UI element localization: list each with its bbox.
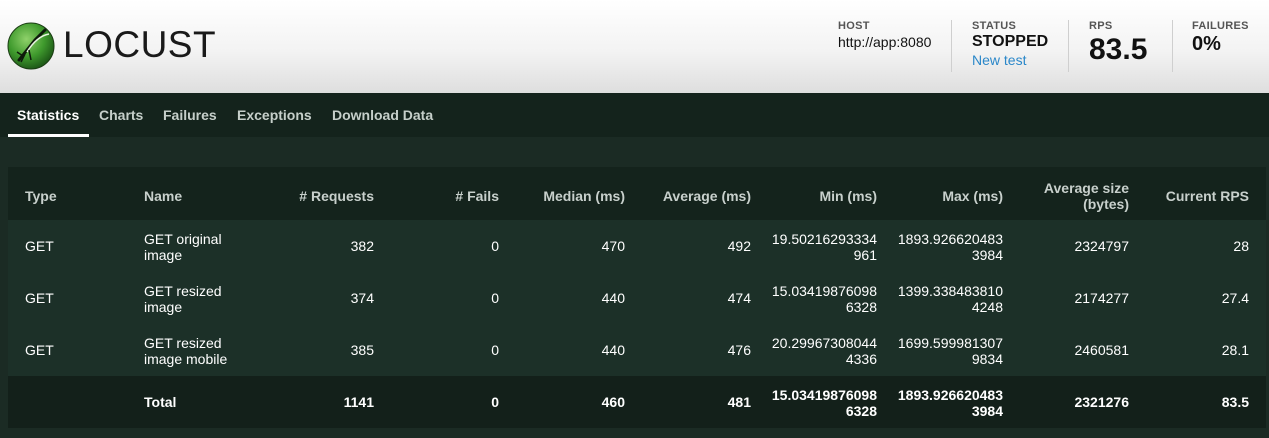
cell-average-size: 2321276 <box>1074 394 1129 410</box>
tab-bar: Statistics Charts Failures Exceptions Do… <box>0 93 1269 137</box>
host-label: HOST <box>838 20 870 32</box>
cell-average-size: 2174277 <box>1074 290 1129 306</box>
cell-average: 492 <box>727 238 751 254</box>
col-name[interactable]: Name <box>144 188 182 204</box>
cell-median: 440 <box>601 290 625 306</box>
divider <box>1068 20 1069 72</box>
header: LOCUST HOST http://app:8080 STATUS STOPP… <box>0 0 1269 93</box>
cell-median: 460 <box>601 394 625 410</box>
cell-type: GET <box>25 290 54 306</box>
tab-exceptions[interactable]: Exceptions <box>237 93 312 137</box>
locust-logo-icon <box>7 22 55 70</box>
failures-value: 0% <box>1192 33 1221 55</box>
status-stat: STATUS STOPPED New test <box>972 20 1048 68</box>
table-row: GET GET resized image mobile 385 0 440 47… <box>8 324 1266 376</box>
cell-current-rps: 28 <box>1233 238 1249 254</box>
brand-name: LOCUST <box>63 24 217 65</box>
cell-current-rps: 27.4 <box>1221 290 1249 306</box>
table-header-row: Type Name # Requests # Fails Median (ms)… <box>8 167 1266 220</box>
cell-name: GET resized image mobile <box>144 335 228 367</box>
col-type[interactable]: Type <box>25 188 57 204</box>
cell-requests: 385 <box>350 342 374 358</box>
cell-average: 474 <box>727 290 751 306</box>
tab-download-data[interactable]: Download Data <box>332 93 433 137</box>
cell-requests: 382 <box>350 238 374 254</box>
cell-current-rps: 83.5 <box>1221 394 1249 410</box>
cell-type: GET <box>25 238 54 254</box>
rps-stat: RPS 83.5 <box>1089 20 1147 65</box>
cell-requests: 374 <box>350 290 374 306</box>
col-requests[interactable]: # Requests <box>299 188 374 204</box>
cell-fails: 0 <box>491 238 499 254</box>
divider <box>951 20 952 72</box>
cell-min: 15.03419876098 6328 <box>771 387 877 419</box>
active-tab-indicator <box>8 134 89 137</box>
col-max[interactable]: Max (ms) <box>942 188 1003 204</box>
cell-current-rps: 28.1 <box>1221 342 1249 358</box>
col-fails[interactable]: # Fails <box>455 188 499 204</box>
cell-median: 470 <box>601 238 625 254</box>
divider <box>1172 20 1173 72</box>
cell-max: 1893.926620483 3984 <box>897 387 1003 419</box>
table-row: GET GET resized image 374 0 440 474 15.03… <box>8 272 1266 324</box>
cell-average-size: 2460581 <box>1074 342 1129 358</box>
cell-max: 1399.338483810 4248 <box>897 283 1003 315</box>
cell-requests: 1141 <box>343 394 374 410</box>
cell-average: 476 <box>727 342 751 358</box>
host-stat: HOST http://app:8080 <box>838 20 931 50</box>
cell-type: GET <box>25 342 54 358</box>
cell-min: 19.50216293334 961 <box>771 231 877 263</box>
col-current-rps[interactable]: Current RPS <box>1166 188 1249 204</box>
tab-failures[interactable]: Failures <box>163 93 217 137</box>
col-average[interactable]: Average (ms) <box>663 188 751 204</box>
tab-statistics[interactable]: Statistics <box>17 93 79 137</box>
col-min[interactable]: Min (ms) <box>819 188 877 204</box>
cell-max: 1699.599981307 9834 <box>897 335 1003 367</box>
rps-value: 83.5 <box>1089 33 1148 66</box>
rps-label: RPS <box>1089 20 1113 32</box>
new-test-link[interactable]: New test <box>972 52 1048 68</box>
col-average-size[interactable]: Average size (bytes) <box>1019 180 1129 212</box>
tab-charts[interactable]: Charts <box>99 93 143 137</box>
table-total-row: Total 1141 0 460 481 15.03419876098 6328 … <box>8 376 1266 428</box>
failures-label: FAILURES <box>1192 20 1249 32</box>
cell-fails: 0 <box>491 394 499 410</box>
cell-name: GET resized image <box>144 283 222 315</box>
cell-fails: 0 <box>491 342 499 358</box>
cell-name: Total <box>144 394 177 410</box>
col-median[interactable]: Median (ms) <box>543 188 625 204</box>
cell-min: 15.03419876098 6328 <box>771 283 877 315</box>
failures-stat: FAILURES 0% <box>1192 20 1249 55</box>
statistics-table: Type Name # Requests # Fails Median (ms)… <box>8 167 1266 428</box>
status-label: STATUS <box>972 20 1017 32</box>
cell-average: 481 <box>727 394 751 410</box>
host-value: http://app:8080 <box>838 34 932 50</box>
cell-average-size: 2324797 <box>1074 238 1129 254</box>
cell-name: GET original image <box>144 231 222 263</box>
cell-fails: 0 <box>491 290 499 306</box>
cell-median: 440 <box>601 342 625 358</box>
status-value: STOPPED <box>972 33 1049 50</box>
cell-min: 20.29967308044 4336 <box>771 335 877 367</box>
cell-max: 1893.926620483 3984 <box>897 231 1003 263</box>
table-row: GET GET original image 382 0 470 492 19.5… <box>8 220 1266 272</box>
